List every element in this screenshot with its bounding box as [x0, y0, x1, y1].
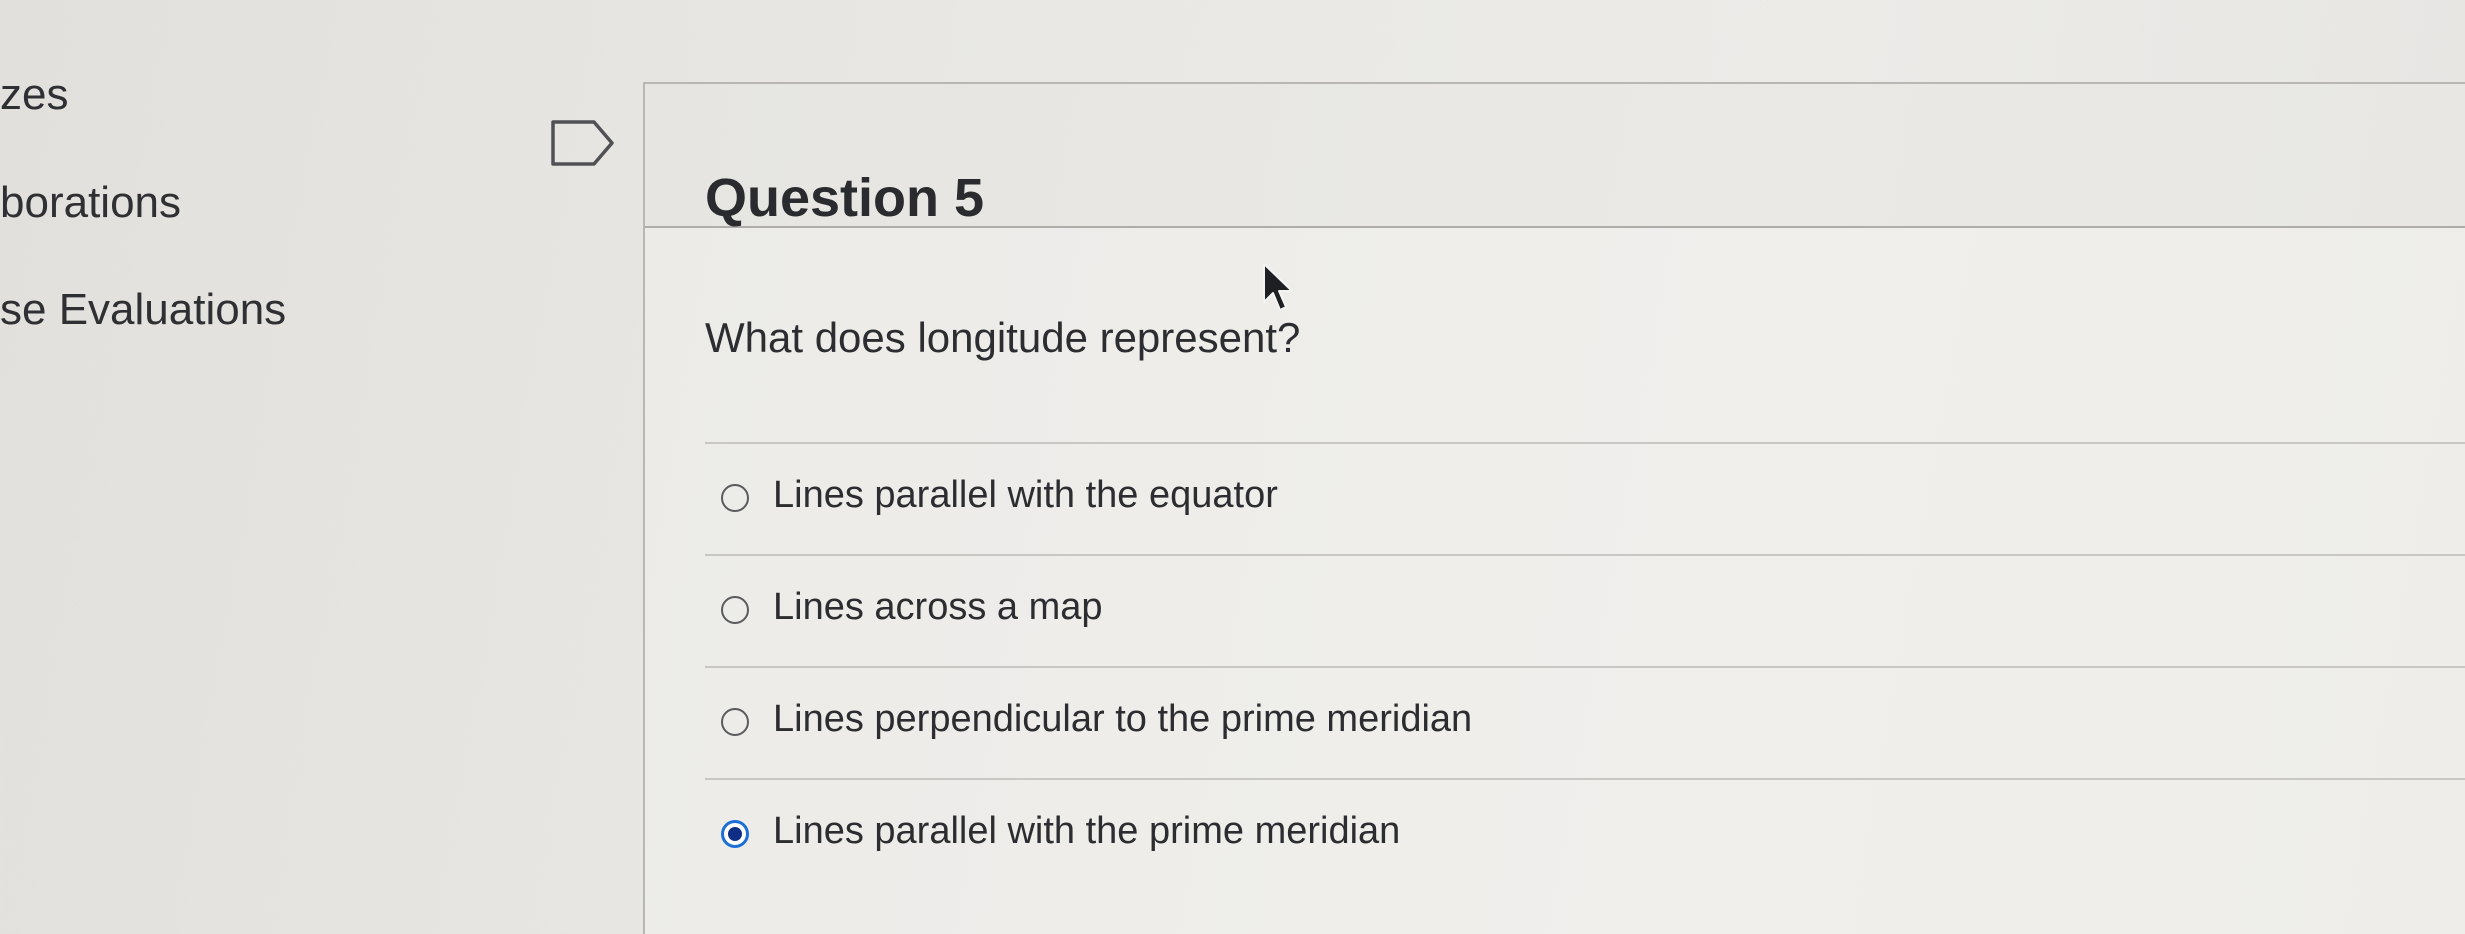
answer-option[interactable]: Lines parallel with the prime meridian [705, 778, 2465, 890]
answer-label[interactable]: Lines across a map [773, 586, 1103, 629]
answer-option[interactable]: Lines parallel with the equator [705, 442, 2465, 554]
radio-button-icon[interactable] [721, 708, 749, 736]
answer-label[interactable]: Lines parallel with the equator [773, 474, 1278, 517]
radio-button-icon[interactable] [721, 484, 749, 512]
nav-item-quizzes[interactable]: zes [0, 70, 68, 120]
question-card: Question 5 What does longitude represent… [643, 82, 2465, 934]
radio-button-icon[interactable] [721, 596, 749, 624]
answer-option[interactable]: Lines across a map [705, 554, 2465, 666]
question-header: Question 5 [645, 82, 2465, 228]
question-prompt: What does longitude represent? [705, 314, 1301, 361]
answer-label[interactable]: Lines perpendicular to the prime meridia… [773, 698, 1472, 741]
answer-option[interactable]: Lines perpendicular to the prime meridia… [705, 666, 2465, 778]
nav-item-course-evaluations[interactable]: se Evaluations [0, 285, 286, 335]
flag-question-icon[interactable] [550, 118, 616, 168]
question-title: Question 5 [705, 167, 985, 228]
answer-label[interactable]: Lines parallel with the prime meridian [773, 810, 1400, 853]
radio-button-icon[interactable] [721, 820, 749, 848]
answer-list: Lines parallel with the equator Lines ac… [705, 442, 2465, 890]
nav-item-collaborations[interactable]: borations [0, 178, 181, 228]
course-navigation: zes borations se Evaluations [0, 0, 620, 934]
